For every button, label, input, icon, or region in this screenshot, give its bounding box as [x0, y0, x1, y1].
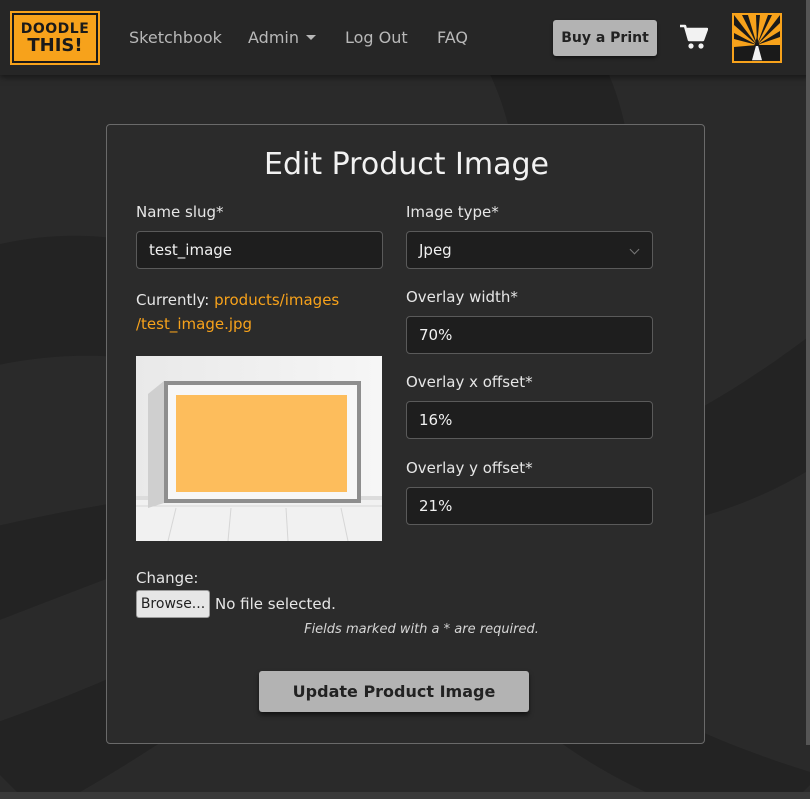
- required-note: Fields marked with a * are required.: [304, 622, 539, 637]
- image-type-value: Jpeg: [419, 241, 452, 259]
- current-image-link[interactable]: products/images: [214, 291, 339, 309]
- update-product-image-button[interactable]: Update Product Image: [259, 671, 529, 712]
- logo-line2: THIS!: [27, 34, 83, 56]
- cart-icon[interactable]: [680, 24, 709, 50]
- no-file-status: No file selected.: [215, 595, 336, 613]
- logo-line1: DOODLE: [20, 20, 90, 37]
- overlay-area: [176, 395, 347, 492]
- caret-down-icon: [306, 35, 316, 40]
- overlay-x-label: Overlay x offset*: [406, 373, 533, 391]
- page-title: Edit Product Image: [263, 147, 550, 182]
- change-label: Change:: [136, 569, 199, 587]
- name-slug-input[interactable]: test_image: [136, 231, 383, 269]
- overlay-y-label: Overlay y offset*: [406, 459, 533, 477]
- scrollbar[interactable]: [806, 0, 810, 745]
- name-slug-label: Name slug*: [136, 203, 224, 221]
- current-prefix: Currently:: [136, 291, 210, 309]
- nav-link-sketchbook[interactable]: Sketchbook: [129, 28, 222, 47]
- navbar: DOODLE THIS! Sketchbook Admin Log Out FA…: [0, 0, 810, 75]
- current-image-link-cont[interactable]: /test_image.jpg: [136, 315, 252, 333]
- nav-link-admin[interactable]: Admin: [248, 28, 316, 47]
- nav-link-admin-label: Admin: [248, 28, 299, 47]
- image-type-label: Image type*: [406, 203, 499, 221]
- buy-print-button[interactable]: Buy a Print: [553, 20, 657, 56]
- edit-form-card: Edit Product Image Name slug* test_image…: [106, 124, 705, 744]
- site-logo[interactable]: DOODLE THIS!: [10, 11, 100, 65]
- browse-button[interactable]: Browse...: [136, 590, 210, 618]
- chevron-down-icon: [629, 244, 640, 255]
- nav-link-logout[interactable]: Log Out: [345, 28, 408, 47]
- current-image-info: Currently: products/images /test_image.j…: [136, 288, 339, 336]
- avatar-icon[interactable]: [732, 13, 782, 63]
- image-type-select[interactable]: Jpeg: [406, 231, 653, 269]
- overlay-width-label: Overlay width*: [406, 288, 518, 306]
- overlay-x-input[interactable]: 16%: [406, 401, 653, 439]
- footer-strip: [0, 792, 810, 799]
- current-image-preview: [136, 356, 382, 541]
- overlay-width-input[interactable]: 70%: [406, 316, 653, 354]
- nav-link-faq[interactable]: FAQ: [437, 28, 468, 47]
- overlay-y-input[interactable]: 21%: [406, 487, 653, 525]
